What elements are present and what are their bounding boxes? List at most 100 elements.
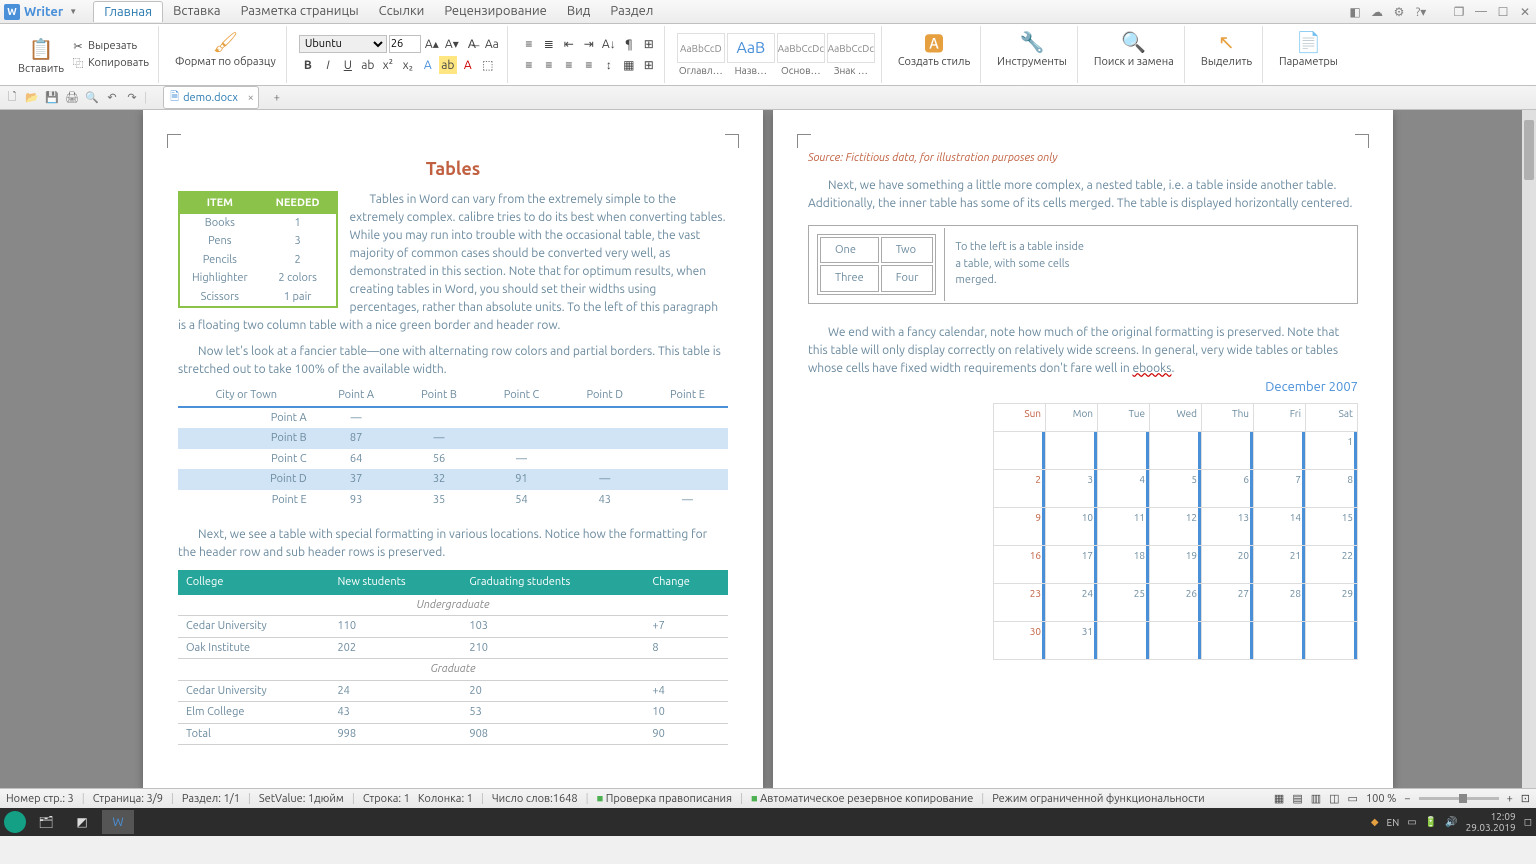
help-icon[interactable]: ?▾ — [1414, 5, 1428, 19]
new-icon[interactable]: 🗋 — [4, 90, 20, 106]
tab-view[interactable]: Вид — [557, 1, 601, 22]
subscript-button[interactable]: x₂ — [399, 56, 417, 74]
superscript-button[interactable]: x² — [379, 56, 397, 74]
tray-icon-2[interactable]: ▭ — [1407, 816, 1416, 828]
shrink-font-icon[interactable]: A▾ — [443, 35, 461, 53]
sb-backup[interactable]: Автоматическое резервное копирование — [751, 793, 973, 805]
taskbar-files[interactable]: 🗂 — [30, 810, 62, 834]
tab-links[interactable]: Ссылки — [369, 1, 435, 22]
justify-button[interactable]: ≡ — [580, 56, 598, 74]
settings-icon[interactable]: ⚙ — [1392, 5, 1406, 19]
tab-review[interactable]: Рецензирование — [434, 1, 556, 22]
tab-section[interactable]: Раздел — [600, 1, 663, 22]
char-border-button[interactable]: ⬚ — [479, 56, 497, 74]
page-right[interactable]: Source: Fictitious data, for illustratio… — [773, 110, 1393, 788]
strike-button[interactable]: ab — [359, 56, 377, 74]
zoom-out-icon[interactable]: − — [1404, 793, 1410, 805]
indent-button[interactable]: ⇥ — [580, 35, 598, 53]
style-4[interactable]: AaBbCcDc — [827, 33, 875, 63]
print-icon[interactable]: 🖨 — [64, 90, 80, 106]
undo-icon[interactable]: ↶ — [104, 90, 120, 106]
show-desktop[interactable]: ◻ — [1524, 816, 1532, 828]
select-button[interactable]: ↖Выделить — [1197, 26, 1256, 70]
sb-words[interactable]: Число слов:1648 — [492, 793, 578, 805]
volume-icon[interactable]: 🔊 — [1445, 816, 1457, 828]
view-icon-2[interactable]: ▤ — [1292, 792, 1302, 805]
taskbar-writer[interactable]: W — [102, 810, 134, 834]
view-icon-5[interactable]: ▭ — [1348, 792, 1358, 805]
restore-window-icon[interactable]: ❐ — [1452, 5, 1466, 19]
preview-icon[interactable]: 🔍 — [84, 90, 100, 106]
minimize-icon[interactable]: — — [1474, 5, 1488, 19]
sb-col[interactable]: Колонка: 1 — [418, 793, 473, 805]
sort-button[interactable]: A↓ — [600, 35, 618, 53]
cloud-icon[interactable]: ☁ — [1370, 5, 1384, 19]
outdent-button[interactable]: ⇤ — [560, 35, 578, 53]
lang-indicator[interactable]: EN — [1387, 817, 1400, 828]
taskbar-app-1[interactable]: ◩ — [66, 810, 98, 834]
battery-icon[interactable]: 🔋 — [1425, 816, 1437, 828]
redo-icon[interactable]: ↷ — [124, 90, 140, 106]
showmarks-button[interactable]: ¶ — [620, 35, 638, 53]
bold-button[interactable]: B — [299, 56, 317, 74]
numbering-button[interactable]: ≣ — [540, 35, 558, 53]
sb-pages[interactable]: Страница: 3/9 — [93, 793, 163, 805]
vertical-scrollbar[interactable] — [1522, 110, 1536, 788]
tools-button[interactable]: 🔧Инструменты — [993, 26, 1071, 70]
font-size-input[interactable] — [389, 35, 421, 53]
tab-insert[interactable]: Вставка — [163, 1, 230, 22]
view-icon-3[interactable]: ▥ — [1311, 792, 1321, 805]
change-case-icon[interactable]: Aa — [483, 35, 501, 53]
page-left[interactable]: Tables ITEMNEEDED Books1Pens3Pencils2Hig… — [143, 110, 763, 788]
shading-button[interactable]: ▦ — [620, 56, 638, 74]
app-menu-dd[interactable]: ▼ — [69, 7, 77, 16]
zoom-slider[interactable] — [1419, 797, 1499, 800]
maximize-icon[interactable]: ☐ — [1496, 5, 1510, 19]
cut-button[interactable]: ✂Вырезать — [68, 38, 152, 54]
clear-fmt-icon[interactable]: A̶ — [463, 35, 481, 53]
format-painter-button[interactable]: 🖌 Формат по образцу — [171, 26, 280, 70]
close-tab-icon[interactable]: × — [248, 92, 254, 104]
sb-page[interactable]: Номер стр.: 3 — [6, 793, 74, 805]
view-icon-4[interactable]: ◫ — [1329, 792, 1339, 805]
fit-icon[interactable]: ⊡ — [1521, 792, 1530, 805]
sb-zoom[interactable]: 100 % — [1366, 793, 1396, 805]
font-color-button[interactable]: A — [459, 56, 477, 74]
align-right-button[interactable]: ≡ — [560, 56, 578, 74]
sb-spell[interactable]: Проверка правописания — [597, 793, 732, 805]
sb-setval[interactable]: SetValue: 1дюйм — [259, 793, 344, 805]
zoom-in-icon[interactable]: + — [1507, 793, 1513, 805]
align-left-button[interactable]: ≡ — [520, 56, 538, 74]
font-select[interactable]: Ubuntu — [299, 35, 387, 53]
sb-section[interactable]: Раздел: 1/1 — [182, 793, 240, 805]
grow-font-icon[interactable]: A▴ — [423, 35, 441, 53]
style-3[interactable]: AaBbCcDc — [777, 33, 825, 63]
new-style-button[interactable]: 🅰Создать стиль — [894, 26, 974, 70]
view-icon-1[interactable]: ▦ — [1274, 792, 1284, 805]
copy-button[interactable]: ⿻Копировать — [68, 55, 152, 71]
tab-layout[interactable]: Разметка страницы — [231, 1, 369, 22]
style-1[interactable]: AaBbCcD — [677, 33, 725, 63]
underline-button[interactable]: U — [339, 56, 357, 74]
sb-line[interactable]: Строка: 1 — [363, 793, 410, 805]
tab-home[interactable]: Главная — [93, 1, 163, 22]
tray-icon-1[interactable]: ◆ — [1371, 816, 1379, 828]
find-button[interactable]: 🔍Поиск и замена — [1090, 26, 1178, 70]
skin-icon[interactable]: ◧ — [1348, 5, 1362, 19]
borders-button[interactable]: ⊞ — [640, 56, 658, 74]
highlight-button[interactable]: ab — [439, 56, 457, 74]
italic-button[interactable]: I — [319, 56, 337, 74]
align-center-button[interactable]: ≡ — [540, 56, 558, 74]
scroll-thumb[interactable] — [1524, 120, 1534, 180]
style-2[interactable]: AaB — [727, 33, 775, 63]
paste-button[interactable]: 📋 Вставить — [14, 33, 68, 77]
params-button[interactable]: 📄Параметры — [1275, 26, 1342, 70]
clock[interactable]: 12:09 29.03.2019 — [1466, 811, 1516, 833]
tabs-button[interactable]: ⊞ — [640, 35, 658, 53]
text-effects-button[interactable]: A — [419, 56, 437, 74]
close-icon[interactable]: ✕ — [1518, 5, 1532, 19]
new-tab-icon[interactable]: + — [269, 90, 285, 106]
document-tab[interactable]: 🗎 demo.docx × — [163, 86, 259, 109]
start-button[interactable] — [4, 811, 26, 833]
save-icon[interactable]: 💾 — [44, 90, 60, 106]
